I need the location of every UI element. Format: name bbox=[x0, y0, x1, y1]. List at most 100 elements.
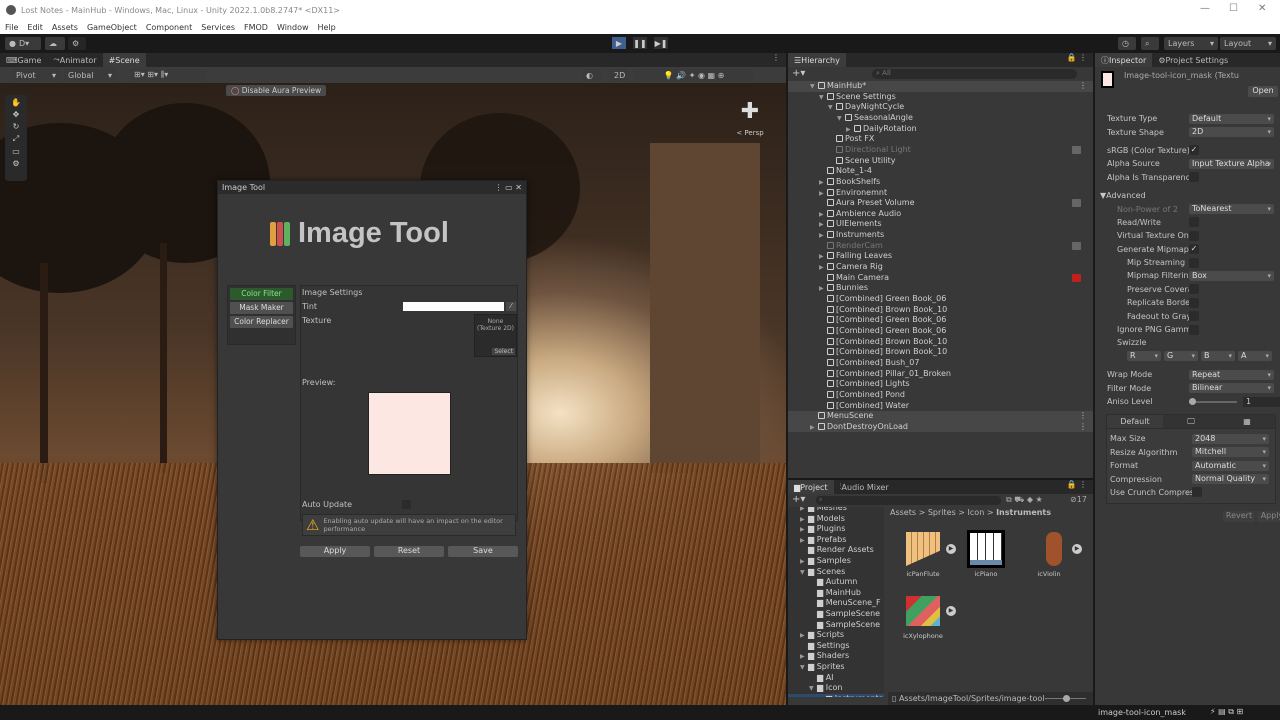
close-button[interactable]: ✕ bbox=[1258, 3, 1266, 14]
swizzle-dropdown[interactable]: B bbox=[1201, 351, 1235, 362]
tab-game[interactable]: ⌨ Game bbox=[0, 53, 47, 67]
orientation-gizmo[interactable]: ✚ < Persp bbox=[728, 95, 772, 147]
menu-fmod[interactable]: FMOD bbox=[244, 23, 268, 32]
collapsed-arrow-icon[interactable]: ▶ bbox=[810, 423, 818, 434]
hierarchy-item[interactable]: ▶ DontDestroyOnLoad ⋮ bbox=[788, 421, 1093, 434]
aniso-value[interactable]: 1 bbox=[1243, 396, 1280, 407]
breadcrumb-item[interactable]: Assets bbox=[890, 508, 916, 517]
dropdown[interactable]: Default bbox=[1189, 113, 1274, 124]
scene-menu-icon[interactable]: ⋮ bbox=[1079, 81, 1087, 92]
section-header[interactable]: Advanced bbox=[1106, 191, 1146, 200]
hierarchy-item[interactable]: ▼ MainHub* ⋮ bbox=[788, 81, 1093, 92]
tab-scene[interactable]: # Scene bbox=[102, 53, 146, 67]
folder-item[interactable]: ▶ ▆ Models bbox=[788, 514, 884, 525]
swizzle-dropdown[interactable]: R bbox=[1127, 351, 1161, 362]
dropdown[interactable]: 2048 bbox=[1192, 433, 1269, 444]
maximize-button[interactable]: ☐ bbox=[1229, 3, 1238, 14]
tab-mask-maker[interactable]: Mask Maker bbox=[230, 302, 293, 314]
menu-services[interactable]: Services bbox=[201, 23, 235, 32]
shading-icon[interactable]: ◐ bbox=[582, 69, 602, 81]
folder-item[interactable]: ▆ MainHub bbox=[788, 588, 884, 599]
texture-select-button[interactable]: Select bbox=[492, 348, 515, 355]
dropdown[interactable]: Normal Quality bbox=[1192, 474, 1269, 485]
folder-item[interactable]: ▼ ▆ Sprites bbox=[788, 662, 884, 673]
dropdown[interactable]: Automatic bbox=[1192, 460, 1269, 471]
auto-update-checkbox[interactable] bbox=[402, 500, 411, 509]
menu-edit[interactable]: Edit bbox=[27, 23, 43, 32]
hierarchy-item[interactable]: ▶ Camera Rig bbox=[788, 262, 1093, 273]
dropdown[interactable]: Repeat bbox=[1189, 369, 1274, 380]
hierarchy-item[interactable]: ▼ DayNightCycle bbox=[788, 102, 1093, 113]
tab-inspector[interactable]: ⓘ Inspector bbox=[1095, 53, 1153, 67]
window-controls[interactable]: ⋮ ▭ ✕ bbox=[495, 183, 522, 192]
hierarchy-item[interactable]: [Combined] Green Book_06 bbox=[788, 315, 1093, 326]
hierarchy-item[interactable]: MenuScene ⋮ bbox=[788, 411, 1093, 422]
hierarchy-item[interactable]: ▶ Bunnies bbox=[788, 283, 1093, 294]
menu-gameobject[interactable]: GameObject bbox=[87, 23, 137, 32]
tab-color-replacer[interactable]: Color Replacer bbox=[230, 316, 293, 328]
tab-webgl-icon[interactable]: ▦ bbox=[1219, 415, 1275, 429]
scene-viewport[interactable]: ✋ ✥ ↻ ⤢ ▭ ⚙ ◯ Disable Aura Preview ✚ < Persp … bbox=[0, 83, 786, 705]
tab-animator[interactable]: ⤳ Animator bbox=[47, 53, 102, 67]
apply-button[interactable]: Apply bbox=[1257, 511, 1280, 522]
scene-menu-icon[interactable]: ⋮ bbox=[1079, 411, 1087, 422]
2d-toggle[interactable]: 2D bbox=[610, 69, 628, 81]
hierarchy-item[interactable]: Scene Utility bbox=[788, 156, 1093, 167]
search-icon[interactable]: ⌕ bbox=[1141, 37, 1159, 50]
pause-button[interactable]: ❚❚ bbox=[633, 37, 647, 49]
checkbox[interactable] bbox=[1189, 284, 1199, 295]
hierarchy-item[interactable]: ▶ DailyRotation bbox=[788, 124, 1093, 135]
hierarchy-item[interactable]: ▶ Environemnt bbox=[788, 188, 1093, 199]
play-preview-icon[interactable]: ▶ bbox=[1072, 544, 1082, 554]
project-search-input[interactable]: ⌕ bbox=[816, 496, 1001, 505]
hidden-count[interactable]: ⊘17 bbox=[1070, 495, 1087, 504]
hierarchy-item[interactable]: [Combined] Pillar_01_Broken bbox=[788, 369, 1093, 380]
scene-menu-icon[interactable]: ⋮ bbox=[1079, 422, 1087, 433]
hierarchy-item[interactable]: [Combined] Green Book_06 bbox=[788, 294, 1093, 305]
menu-window[interactable]: Window bbox=[277, 23, 309, 32]
step-button[interactable]: ▶❚ bbox=[654, 37, 668, 49]
folder-item[interactable]: ▶ ▆ Samples bbox=[788, 556, 884, 567]
hierarchy-item[interactable]: [Combined] Pond bbox=[788, 390, 1093, 401]
layout-dropdown[interactable]: Layout ▾ bbox=[1220, 37, 1276, 50]
folder-item[interactable]: ▆ Autumn bbox=[788, 577, 884, 588]
history-icon[interactable]: ◷ bbox=[1118, 37, 1136, 50]
menu-component[interactable]: Component bbox=[146, 23, 192, 32]
hierarchy-item[interactable]: [Combined] Brown Book_10 bbox=[788, 347, 1093, 358]
hierarchy-item[interactable]: ▶ UIElements bbox=[788, 219, 1093, 230]
apply-button[interactable]: Apply bbox=[300, 546, 370, 557]
hierarchy-item[interactable]: ▼ SeasonalAngle bbox=[788, 113, 1093, 124]
hierarchy-item[interactable]: [Combined] Bush_07 bbox=[788, 358, 1093, 369]
asset-item[interactable]: icPanFlute ▶ bbox=[898, 528, 956, 588]
folder-item[interactable]: ▼ ▆ Scenes bbox=[788, 567, 884, 578]
dropdown[interactable]: Input Texture Alpha bbox=[1189, 158, 1274, 169]
lock-icon[interactable]: 🔒 ⋮ bbox=[1066, 53, 1093, 67]
hierarchy-item[interactable]: Post FX bbox=[788, 134, 1093, 145]
checkbox[interactable] bbox=[1189, 230, 1199, 241]
folder-item[interactable]: ▆ MenuScene_F bbox=[788, 598, 884, 609]
breadcrumb-item[interactable]: Sprites bbox=[928, 508, 956, 517]
checkbox[interactable] bbox=[1189, 257, 1199, 268]
more-icon[interactable]: ⋮ bbox=[772, 53, 786, 67]
folder-item[interactable]: ▶ ▆ Shaders bbox=[788, 651, 884, 662]
checkbox[interactable]: ✓ bbox=[1189, 145, 1199, 156]
play-button[interactable]: ▶ bbox=[612, 37, 626, 49]
tab-project[interactable]: ▆ Project bbox=[788, 480, 834, 494]
folder-item[interactable]: ▆ SampleScene bbox=[788, 620, 884, 631]
texture-field[interactable]: None (Texture 2D) Select bbox=[474, 314, 517, 357]
hierarchy-item[interactable]: ▼ Scene Settings bbox=[788, 92, 1093, 103]
persp-label[interactable]: < Persp bbox=[728, 129, 772, 137]
tab-audio-mixer[interactable]: ⫶ Audio Mixer bbox=[834, 480, 895, 494]
hierarchy-item[interactable]: ▶ Falling Leaves bbox=[788, 251, 1093, 262]
checkbox[interactable] bbox=[1189, 217, 1199, 228]
tab-project-settings[interactable]: ⚙ Project Settings bbox=[1152, 53, 1234, 67]
disable-aura-preview-button[interactable]: ◯ Disable Aura Preview bbox=[226, 85, 327, 96]
hierarchy-item[interactable]: ▶ BookShelfs bbox=[788, 177, 1093, 188]
menu-assets[interactable]: Assets bbox=[52, 23, 78, 32]
menu-help[interactable]: Help bbox=[318, 23, 336, 32]
hierarchy-item[interactable]: RenderCam bbox=[788, 241, 1093, 252]
cloud-icon[interactable]: ☁ bbox=[45, 37, 65, 50]
hierarchy-item[interactable]: Note_1-4 bbox=[788, 166, 1093, 177]
hierarchy-item[interactable]: [Combined] Water bbox=[788, 401, 1093, 412]
status-icons[interactable]: ⚡ ▤ ⧉ ⊞ bbox=[1210, 707, 1243, 717]
